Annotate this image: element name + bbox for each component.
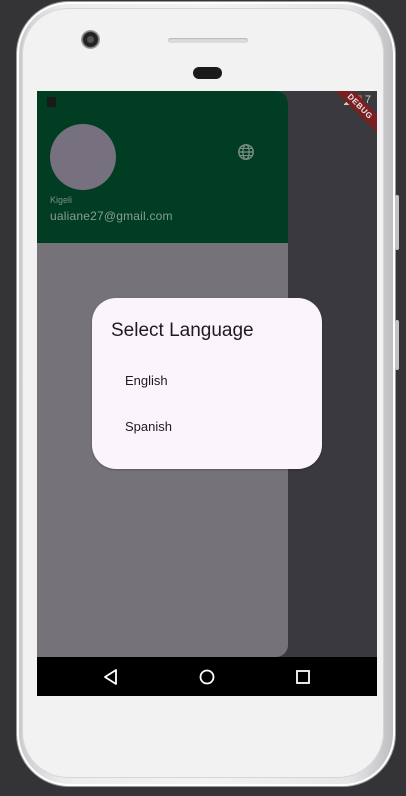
earpiece-speaker: [168, 38, 248, 43]
globe-icon[interactable]: [237, 143, 255, 161]
home-icon[interactable]: [197, 667, 217, 687]
user-name: Kigeli: [50, 195, 73, 205]
drawer-header: Kigeli ualiane27@gmail.com: [37, 91, 288, 243]
option-label: Spanish: [125, 419, 172, 434]
recents-icon[interactable]: [293, 667, 313, 687]
avatar[interactable]: [50, 124, 116, 190]
system-nav-bar: [37, 657, 377, 696]
emulator-stage: Kigeli ualiane27@gmail.com 7 DEBUG Selec…: [0, 0, 406, 796]
volume-button: [395, 195, 399, 250]
power-button: [395, 320, 399, 370]
back-icon[interactable]: [101, 667, 121, 687]
language-option-english[interactable]: English: [110, 360, 304, 400]
proximity-sensor: [193, 67, 222, 79]
user-email: ualiane27@gmail.com: [50, 209, 173, 223]
option-label: English: [125, 373, 168, 388]
select-language-dialog: Select Language English Spanish: [92, 298, 322, 469]
language-option-spanish[interactable]: Spanish: [110, 406, 304, 446]
sd-card-icon: [47, 97, 56, 107]
dialog-title: Select Language: [111, 320, 254, 341]
front-camera: [82, 31, 99, 48]
status-bar: 7: [37, 91, 377, 113]
